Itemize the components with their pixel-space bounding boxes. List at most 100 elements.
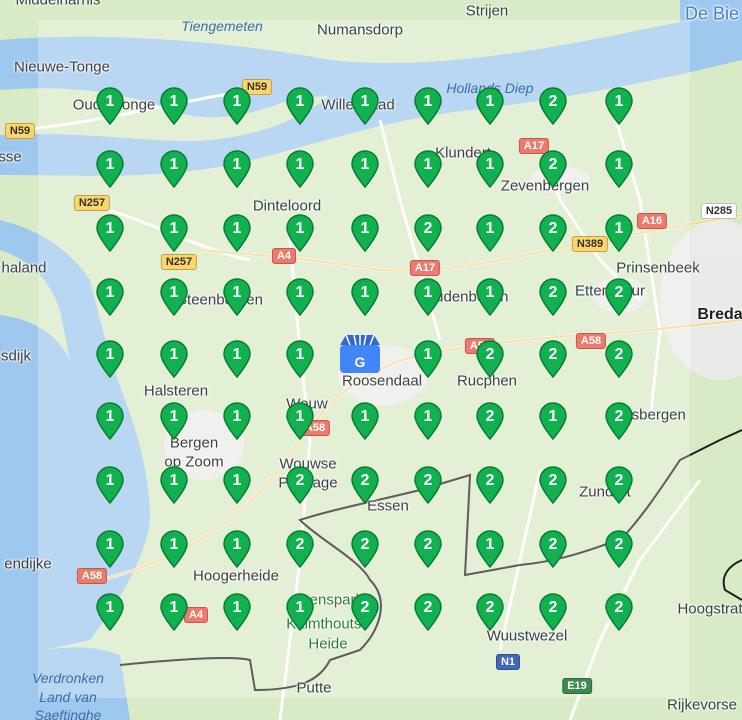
rank-pin[interactable]: 2	[538, 214, 568, 252]
rank-value: 1	[105, 346, 115, 363]
rank-pin[interactable]: 1	[604, 214, 634, 252]
rank-pin[interactable]: 2	[413, 530, 443, 568]
rank-value: 2	[548, 599, 558, 616]
map-canvas[interactable]: Middelharnis Tiengemeten Numansdorp Strijen…	[0, 0, 742, 720]
rank-pin[interactable]: 1	[285, 340, 315, 378]
label-halsteren: Halsteren	[143, 382, 209, 400]
rank-pin[interactable]: 1	[95, 402, 125, 440]
rank-pin[interactable]: 1	[538, 402, 568, 440]
rank-pin[interactable]: 1	[159, 87, 189, 125]
rank-pin[interactable]: 1	[413, 150, 443, 188]
rank-pin[interactable]: 1	[285, 402, 315, 440]
rank-pin[interactable]: 1	[222, 214, 252, 252]
rank-pin[interactable]: 1	[222, 278, 252, 316]
rank-pin[interactable]: 1	[475, 87, 505, 125]
rank-value: 1	[105, 536, 115, 553]
rank-pin[interactable]: 1	[95, 150, 125, 188]
rank-value: 1	[295, 284, 305, 301]
rank-pin[interactable]: 2	[475, 466, 505, 504]
rank-pin[interactable]: 1	[95, 466, 125, 504]
rank-pin[interactable]: 2	[538, 150, 568, 188]
rank-pin[interactable]: 1	[95, 593, 125, 631]
rank-pin[interactable]: 1	[285, 593, 315, 631]
rank-pin[interactable]: 1	[159, 278, 189, 316]
rank-pin[interactable]: 2	[475, 340, 505, 378]
road-n257-mid: N257	[160, 254, 198, 270]
rank-pin[interactable]: 1	[222, 87, 252, 125]
rank-value: 2	[548, 346, 558, 363]
rank-pin[interactable]: 2	[538, 87, 568, 125]
rank-pin[interactable]: 2	[413, 466, 443, 504]
rank-pin[interactable]: 1	[159, 340, 189, 378]
rank-pin[interactable]: 2	[604, 593, 634, 631]
rank-pin[interactable]: 1	[222, 530, 252, 568]
label-numansdorp: Numansdorp	[317, 21, 403, 39]
rank-pin[interactable]: 1	[413, 402, 443, 440]
rank-pin[interactable]: 1	[475, 214, 505, 252]
rank-value: 1	[360, 93, 370, 110]
road-n285: N285	[700, 203, 738, 219]
rank-value: 2	[360, 472, 370, 489]
rank-pin[interactable]: 1	[222, 340, 252, 378]
rank-value: 2	[423, 472, 433, 489]
label-roosendaal: Roosendaal	[341, 372, 423, 390]
rank-pin[interactable]: 2	[604, 466, 634, 504]
rank-pin[interactable]: 1	[350, 87, 380, 125]
rank-pin[interactable]: 2	[413, 593, 443, 631]
rank-pin[interactable]: 2	[604, 402, 634, 440]
rank-pin[interactable]: 1	[413, 87, 443, 125]
rank-pin[interactable]: 2	[350, 593, 380, 631]
rank-pin[interactable]: 1	[222, 402, 252, 440]
rank-pin[interactable]: 1	[350, 278, 380, 316]
rank-pin[interactable]: 1	[159, 402, 189, 440]
rank-pin[interactable]: 1	[222, 466, 252, 504]
rank-pin[interactable]: 2	[538, 340, 568, 378]
rank-pin[interactable]: 1	[413, 340, 443, 378]
rank-pin[interactable]: 1	[95, 87, 125, 125]
rank-pin[interactable]: 1	[95, 214, 125, 252]
rank-pin[interactable]: 1	[159, 214, 189, 252]
rank-pin[interactable]: 1	[475, 530, 505, 568]
rank-pin[interactable]: 1	[222, 150, 252, 188]
rank-pin[interactable]: 1	[604, 150, 634, 188]
rank-pin[interactable]: 1	[285, 278, 315, 316]
rank-pin[interactable]: 1	[285, 214, 315, 252]
rank-pin[interactable]: 1	[475, 278, 505, 316]
rank-pin[interactable]: 2	[538, 530, 568, 568]
rank-pin[interactable]: 2	[350, 530, 380, 568]
rank-pin[interactable]: 1	[222, 593, 252, 631]
rank-pin[interactable]: 2	[538, 278, 568, 316]
rank-pin[interactable]: 1	[285, 87, 315, 125]
rank-pin[interactable]: 1	[159, 150, 189, 188]
rank-pin[interactable]: 2	[413, 214, 443, 252]
rank-pin[interactable]: 1	[475, 150, 505, 188]
rank-pin[interactable]: 2	[285, 466, 315, 504]
rank-pin[interactable]: 2	[604, 278, 634, 316]
rank-pin[interactable]: 2	[350, 466, 380, 504]
business-location-marker[interactable]: G	[336, 333, 384, 375]
rank-pin[interactable]: 2	[604, 530, 634, 568]
rank-pin[interactable]: 2	[285, 530, 315, 568]
rank-pin[interactable]: 2	[475, 593, 505, 631]
rank-value: 2	[360, 599, 370, 616]
label-rijkevorsel: Rijkevorse	[666, 696, 738, 714]
rank-pin[interactable]: 1	[95, 530, 125, 568]
label-strijen: Strijen	[465, 2, 509, 20]
rank-pin[interactable]: 2	[538, 466, 568, 504]
rank-pin[interactable]: 1	[350, 214, 380, 252]
rank-pin[interactable]: 1	[285, 150, 315, 188]
rank-value: 1	[105, 408, 115, 425]
rank-pin[interactable]: 1	[159, 466, 189, 504]
rank-pin[interactable]: 2	[538, 593, 568, 631]
rank-pin[interactable]: 1	[95, 340, 125, 378]
rank-pin[interactable]: 2	[604, 340, 634, 378]
rank-pin[interactable]: 1	[95, 278, 125, 316]
rank-pin[interactable]: 1	[604, 87, 634, 125]
rank-value: 2	[614, 599, 624, 616]
rank-pin[interactable]: 1	[413, 278, 443, 316]
rank-pin[interactable]: 1	[159, 593, 189, 631]
rank-pin[interactable]: 2	[475, 402, 505, 440]
rank-pin[interactable]: 1	[350, 402, 380, 440]
rank-pin[interactable]: 1	[159, 530, 189, 568]
rank-pin[interactable]: 1	[350, 150, 380, 188]
